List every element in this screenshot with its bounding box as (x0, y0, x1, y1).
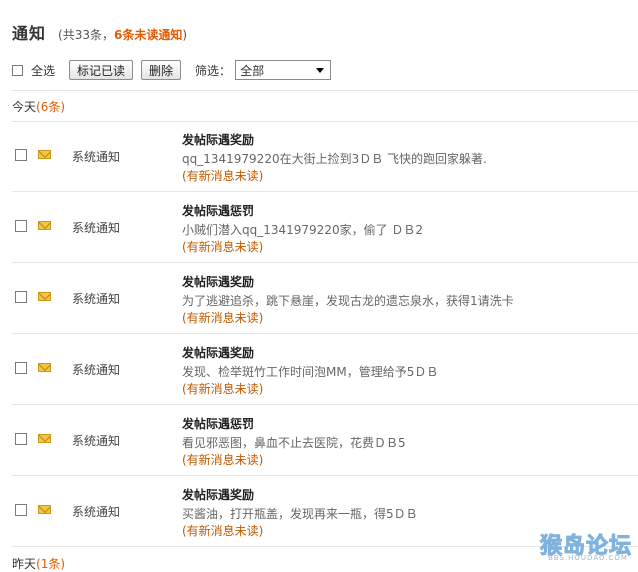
select-all-label[interactable]: 全选 (31, 62, 55, 79)
notification-title[interactable]: 发帖际遇惩罚 (182, 202, 254, 219)
notification-category: 系统通知 (72, 505, 121, 519)
toolbar: 全选 标记已读 删除 筛选： 全部 (12, 59, 332, 81)
notification-title[interactable]: 发帖际遇奖励 (182, 273, 254, 290)
row-checkbox[interactable] (15, 291, 27, 303)
row-checkbox[interactable] (15, 504, 27, 516)
unread-count[interactable]: 6条未读通知 (114, 28, 182, 42)
group-label-yesterday: 昨天(1条) (12, 555, 65, 571)
notification-row: 系统通知 发帖际遇惩罚 看见邪恶图，鼻血不止去医院，花费ＤＢ5 (有新消息未读) (0, 405, 638, 476)
count-suffix: ) (182, 28, 188, 42)
envelope-icon (38, 292, 51, 301)
envelope-icon (38, 221, 51, 230)
notification-body: qq_1341979220在大街上捡到3ＤＢ 飞快的跑回家躲著. (182, 152, 487, 166)
chevron-down-icon (316, 67, 325, 73)
notification-title[interactable]: 发帖际遇惩罚 (182, 415, 254, 432)
notification-body: 看见邪恶图，鼻血不止去医院，花费ＤＢ5 (182, 436, 406, 450)
filter-label: 筛选： (195, 63, 232, 78)
notification-category: 系统通知 (72, 150, 121, 164)
page-title: 通知 (12, 24, 47, 43)
row-checkbox[interactable] (15, 220, 27, 232)
row-checkbox[interactable] (15, 362, 27, 374)
notification-body: 为了逃避追杀，跳下悬崖，发现古龙的遗忘泉水，获得1请洗卡 (182, 294, 514, 308)
notification-category: 系统通知 (72, 434, 121, 448)
notification-row: 系统通知 发帖际遇奖励 qq_1341979220在大街上捡到3ＤＢ 飞快的跑回… (0, 121, 638, 192)
divider (12, 90, 638, 91)
unread-status[interactable]: (有新消息未读) (182, 451, 263, 468)
envelope-icon (38, 434, 51, 443)
notification-title[interactable]: 发帖际遇奖励 (182, 131, 254, 148)
filter-select[interactable]: 全部 (235, 60, 332, 80)
notification-title[interactable]: 发帖际遇奖励 (182, 486, 254, 503)
envelope-icon (38, 505, 51, 514)
notification-category: 系统通知 (72, 221, 121, 235)
notification-row: 系统通知 发帖际遇奖励 为了逃避追杀，跳下悬崖，发现古龙的遗忘泉水，获得1请洗卡… (0, 263, 638, 334)
notification-category: 系统通知 (72, 363, 121, 377)
unread-status[interactable]: (有新消息未读) (182, 522, 263, 539)
page-header: 通知 (共33条，6条未读通知) (12, 20, 187, 43)
notification-body: 发现、检举斑竹工作时间泡MM，管理给予5ＤＢ (182, 365, 439, 379)
notification-count: (共33条，6条未读通知) (58, 26, 187, 43)
notification-row: 系统通知 发帖际遇奖励 发现、检举斑竹工作时间泡MM，管理给予5ＤＢ (有新消息… (0, 334, 638, 405)
select-all-checkbox[interactable] (12, 64, 23, 76)
notification-body: 买酱油，打开瓶盖，发现再来一瓶，得5ＤＢ (182, 507, 418, 521)
filter-value: 全部 (240, 63, 265, 78)
watermark-url: BBS.HOUDAO.COM (548, 554, 628, 562)
site-watermark: 猴岛论坛 BBS.HOUDAO.COM (539, 528, 636, 564)
unread-status[interactable]: (有新消息未读) (182, 167, 263, 184)
mark-read-button[interactable]: 标记已读 (69, 60, 134, 80)
notification-title[interactable]: 发帖际遇奖励 (182, 344, 254, 361)
notification-category: 系统通知 (72, 292, 121, 306)
row-checkbox[interactable] (15, 433, 27, 445)
delete-button[interactable]: 删除 (141, 60, 182, 80)
group-label-today: 今天(6条) (12, 98, 65, 114)
group-yesterday-text: 昨天 (12, 557, 37, 571)
count-prefix: (共33条， (58, 28, 114, 42)
notification-body: 小贼们潜入qq_1341979220家，偷了 ＤＢ2 (182, 223, 424, 237)
group-today-count: (6条) (36, 100, 66, 114)
envelope-icon (38, 363, 51, 372)
unread-status[interactable]: (有新消息未读) (182, 309, 263, 326)
notification-row: 系统通知 发帖际遇惩罚 小贼们潜入qq_1341979220家，偷了 ＤＢ2 (… (0, 192, 638, 263)
envelope-icon (38, 150, 51, 159)
group-yesterday-count: (1条) (36, 557, 66, 571)
row-checkbox[interactable] (15, 149, 27, 161)
unread-status[interactable]: (有新消息未读) (182, 238, 263, 255)
group-today-text: 今天 (12, 100, 37, 114)
unread-status[interactable]: (有新消息未读) (182, 380, 263, 397)
